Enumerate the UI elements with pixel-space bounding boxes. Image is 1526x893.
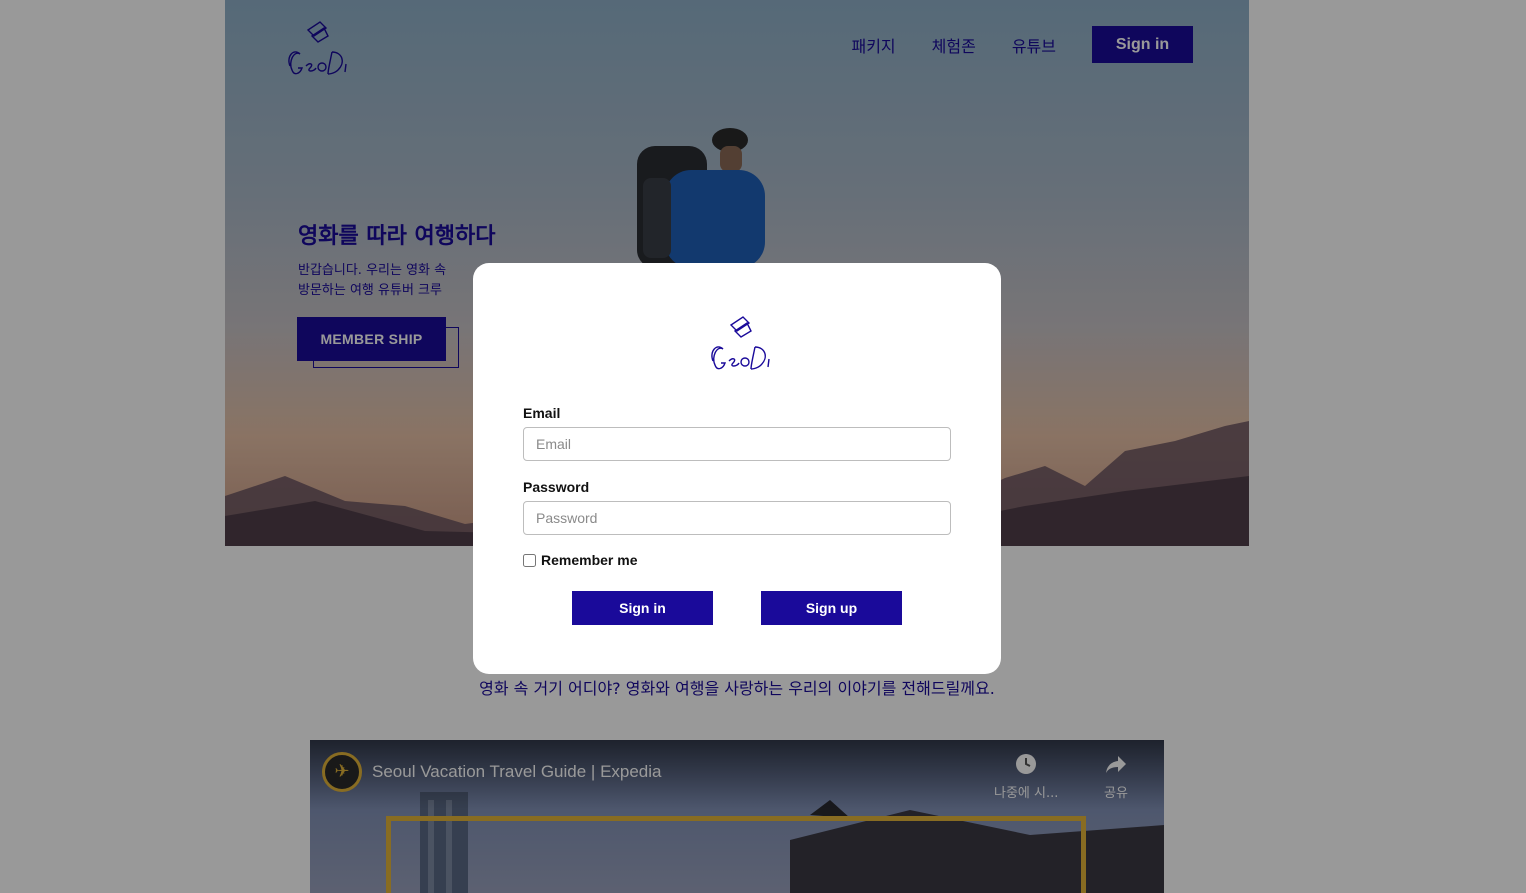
signin-modal: Email Password Remember me Sign in Sign …: [473, 263, 1001, 674]
remember-label[interactable]: Remember me: [541, 552, 638, 568]
email-label: Email: [523, 405, 561, 421]
password-label: Password: [523, 479, 590, 495]
modal-brand-logo: [711, 316, 770, 370]
signup-button[interactable]: Sign up: [761, 591, 902, 625]
password-field[interactable]: [523, 501, 951, 535]
remember-me: Remember me: [523, 552, 638, 568]
remember-checkbox[interactable]: [523, 553, 536, 567]
email-field[interactable]: [523, 427, 951, 461]
signin-button[interactable]: Sign in: [572, 591, 713, 625]
